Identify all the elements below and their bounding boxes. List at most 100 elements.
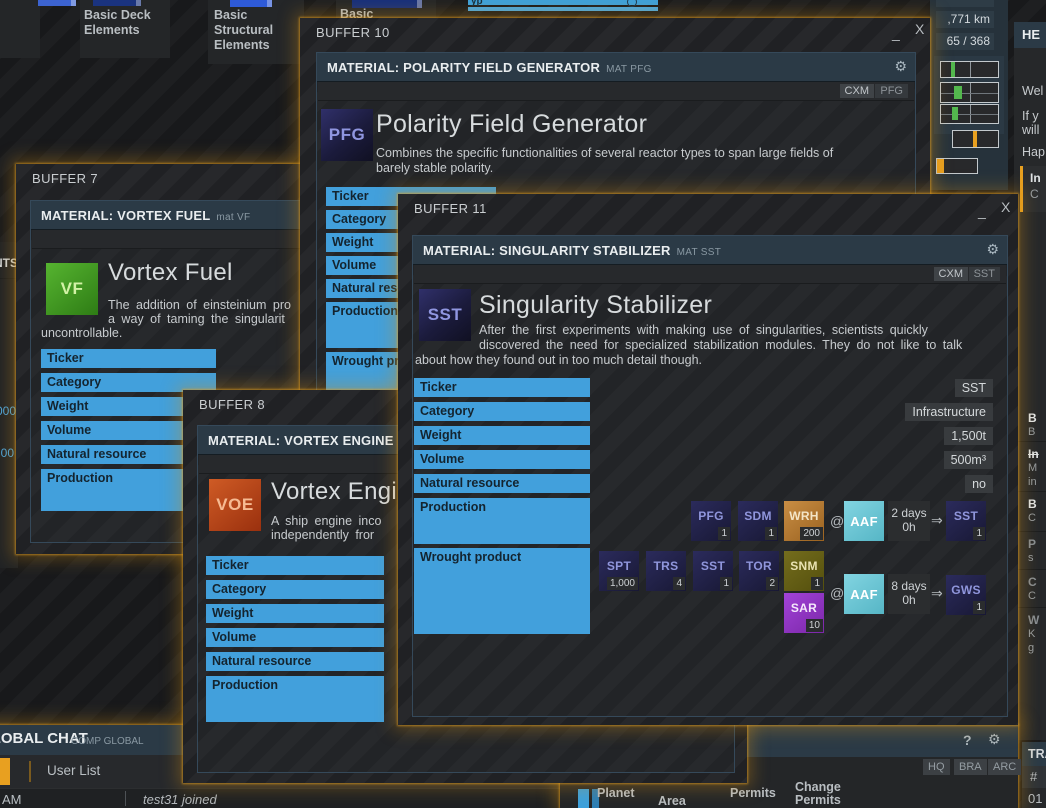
minimize-button[interactable]: _ [892,26,900,40]
material-icon-wrh[interactable]: WRH200 [784,501,824,541]
close-button[interactable]: X [1001,200,1010,214]
row-label: Weight [206,604,384,623]
capacity-value: 65 / 368 [936,33,994,50]
material-icon-sst-input[interactable]: SST1 [693,551,733,591]
top-input-row[interactable]: yp [468,0,658,5]
facility-icon-aaf[interactable]: AAF [844,574,884,614]
window-title[interactable]: BUFFER 10 [316,25,390,40]
chat-subtitle: COMP GLOBAL [71,736,144,747]
help-highlight-item[interactable]: In C [1020,166,1046,212]
env-chart-2 [940,82,999,103]
chip-notch [267,0,272,7]
at-symbol: @ [830,513,844,529]
row-label: Natural resource [414,474,590,493]
ticker-command-chip[interactable]: SST [969,267,1000,281]
row-label: Ticker [41,349,216,368]
gear-icon[interactable]: ⚙ [988,731,1001,748]
env-slider[interactable] [952,130,999,148]
material-icon-vf[interactable]: VF [46,263,98,315]
tile-label: Basic Deck Elements [84,8,151,38]
command-row: CXM PFG [318,82,914,101]
env-chart-3 [940,104,999,124]
chat-channel-label: AM [2,792,22,807]
material-icon-tor[interactable]: TOR2 [739,551,779,591]
chip-notch [136,0,141,6]
material-icon-sst-output[interactable]: SST1 [946,501,986,541]
material-description: independently fror [271,528,374,542]
gear-icon[interactable]: ⚙ [894,58,907,74]
material-header: MATERIAL: POLARITY FIELD GENERATORMAT PF… [317,53,915,82]
material-icon-pfg[interactable]: PFG [321,109,373,161]
material-description: After the first experiments with making … [479,323,928,337]
chip-notch [71,0,76,6]
material-description: A ship engine inco [271,514,381,528]
clipped-cell [578,789,589,808]
tile-basic-structural-elements[interactable]: Basic Structural Elements [208,0,304,64]
app-root: l uction ate Basic Deck Elements Basic S… [0,0,1046,808]
list-item[interactable]: BC [1028,497,1037,525]
help-panel-body: Wel If y will Hap In C [1014,48,1046,405]
material-description: Combines the specific functionalities of… [376,146,833,160]
arrow-icon: ⇒ [931,512,943,529]
help-panel-title: HE [1022,27,1040,42]
category-value: Infrastructure [905,403,993,421]
cxm-command-chip[interactable]: CXM [840,84,874,98]
value-chip-clipped [936,0,994,7]
row-label: Ticker [206,556,384,575]
window-title[interactable]: BUFFER 7 [32,171,98,186]
material-icon-trs[interactable]: TRS4 [646,551,686,591]
tile-basic-deck-elements[interactable]: Basic Deck Elements [80,0,170,58]
material-icon-sdm[interactable]: SDM1 [738,501,778,541]
row-label: Weight [414,426,590,445]
material-icon-snm[interactable]: SNM1 [784,551,824,591]
list-item[interactable]: CC [1028,575,1037,603]
col-change-permits: ChangePermits [795,781,841,807]
material-icon-pfg[interactable]: PFG1 [691,501,731,541]
ticker-value: SST [955,379,993,397]
tra-panel-header: TRA [1022,742,1046,766]
cxm-command-chip[interactable]: CXM [934,267,968,281]
arrow-icon: ⇒ [931,585,943,602]
minimize-button[interactable]: _ [978,204,986,218]
row-label: Volume [414,450,590,469]
material-icon-gws-output[interactable]: GWS1 [946,575,986,615]
ticker-command-chip[interactable]: PFG [875,84,908,98]
arc-button[interactable]: ARC [988,759,1021,775]
row-label: Wrought product [414,548,590,634]
material-name: Singularity Stabilizer [479,291,712,320]
bra-button[interactable]: BRA [954,759,987,775]
list-item[interactable]: BB [1028,411,1037,439]
help-icon[interactable]: ? [963,732,972,748]
close-button[interactable]: X [915,22,924,36]
command-row: CXM SST [414,265,1006,284]
top-input-row-2[interactable] [468,7,658,11]
hq-button[interactable]: HQ [923,759,950,775]
material-icon-voe[interactable]: VOE [209,479,261,531]
material-icon-spt[interactable]: SPT1,000 [599,551,639,591]
planet-info-panel: ,771 km 65 / 368 [930,0,1008,190]
circle-icon[interactable] [627,0,637,7]
gear-icon[interactable]: ⚙ [986,241,999,257]
tile-label: Basic Structural Elements [214,8,273,53]
material-name: Polarity Field Generator [376,110,647,139]
facility-icon-aaf[interactable]: AAF [844,501,884,541]
price-fragment: 000 [0,404,16,418]
list-item[interactable]: InMin [1028,447,1039,489]
progress-bar [936,158,978,174]
window-title[interactable]: BUFFER 8 [199,397,265,412]
col-permits: Permits [730,786,776,800]
material-icon-sst[interactable]: SST [419,289,471,341]
price-fragment: 00 [0,446,14,460]
env-chart-1 [940,61,999,78]
user-list-button[interactable]: User List [47,763,100,778]
tra-cell[interactable]: 01 [1022,788,1046,808]
window-title[interactable]: BUFFER 11 [414,201,487,216]
material-icon-sar[interactable]: SAR10 [784,593,824,633]
material-header-title: MATERIAL: POLARITY FIELD GENERATORMAT PF… [327,60,652,75]
list-item[interactable]: Ps [1028,537,1036,565]
material-description: about how they found out in too much det… [415,353,702,367]
list-item[interactable]: WKg [1028,613,1039,655]
at-symbol: @ [830,585,844,601]
material-description: barely stable polarity. [376,161,493,175]
tile-clipped-left[interactable]: l uction ate [0,0,40,58]
